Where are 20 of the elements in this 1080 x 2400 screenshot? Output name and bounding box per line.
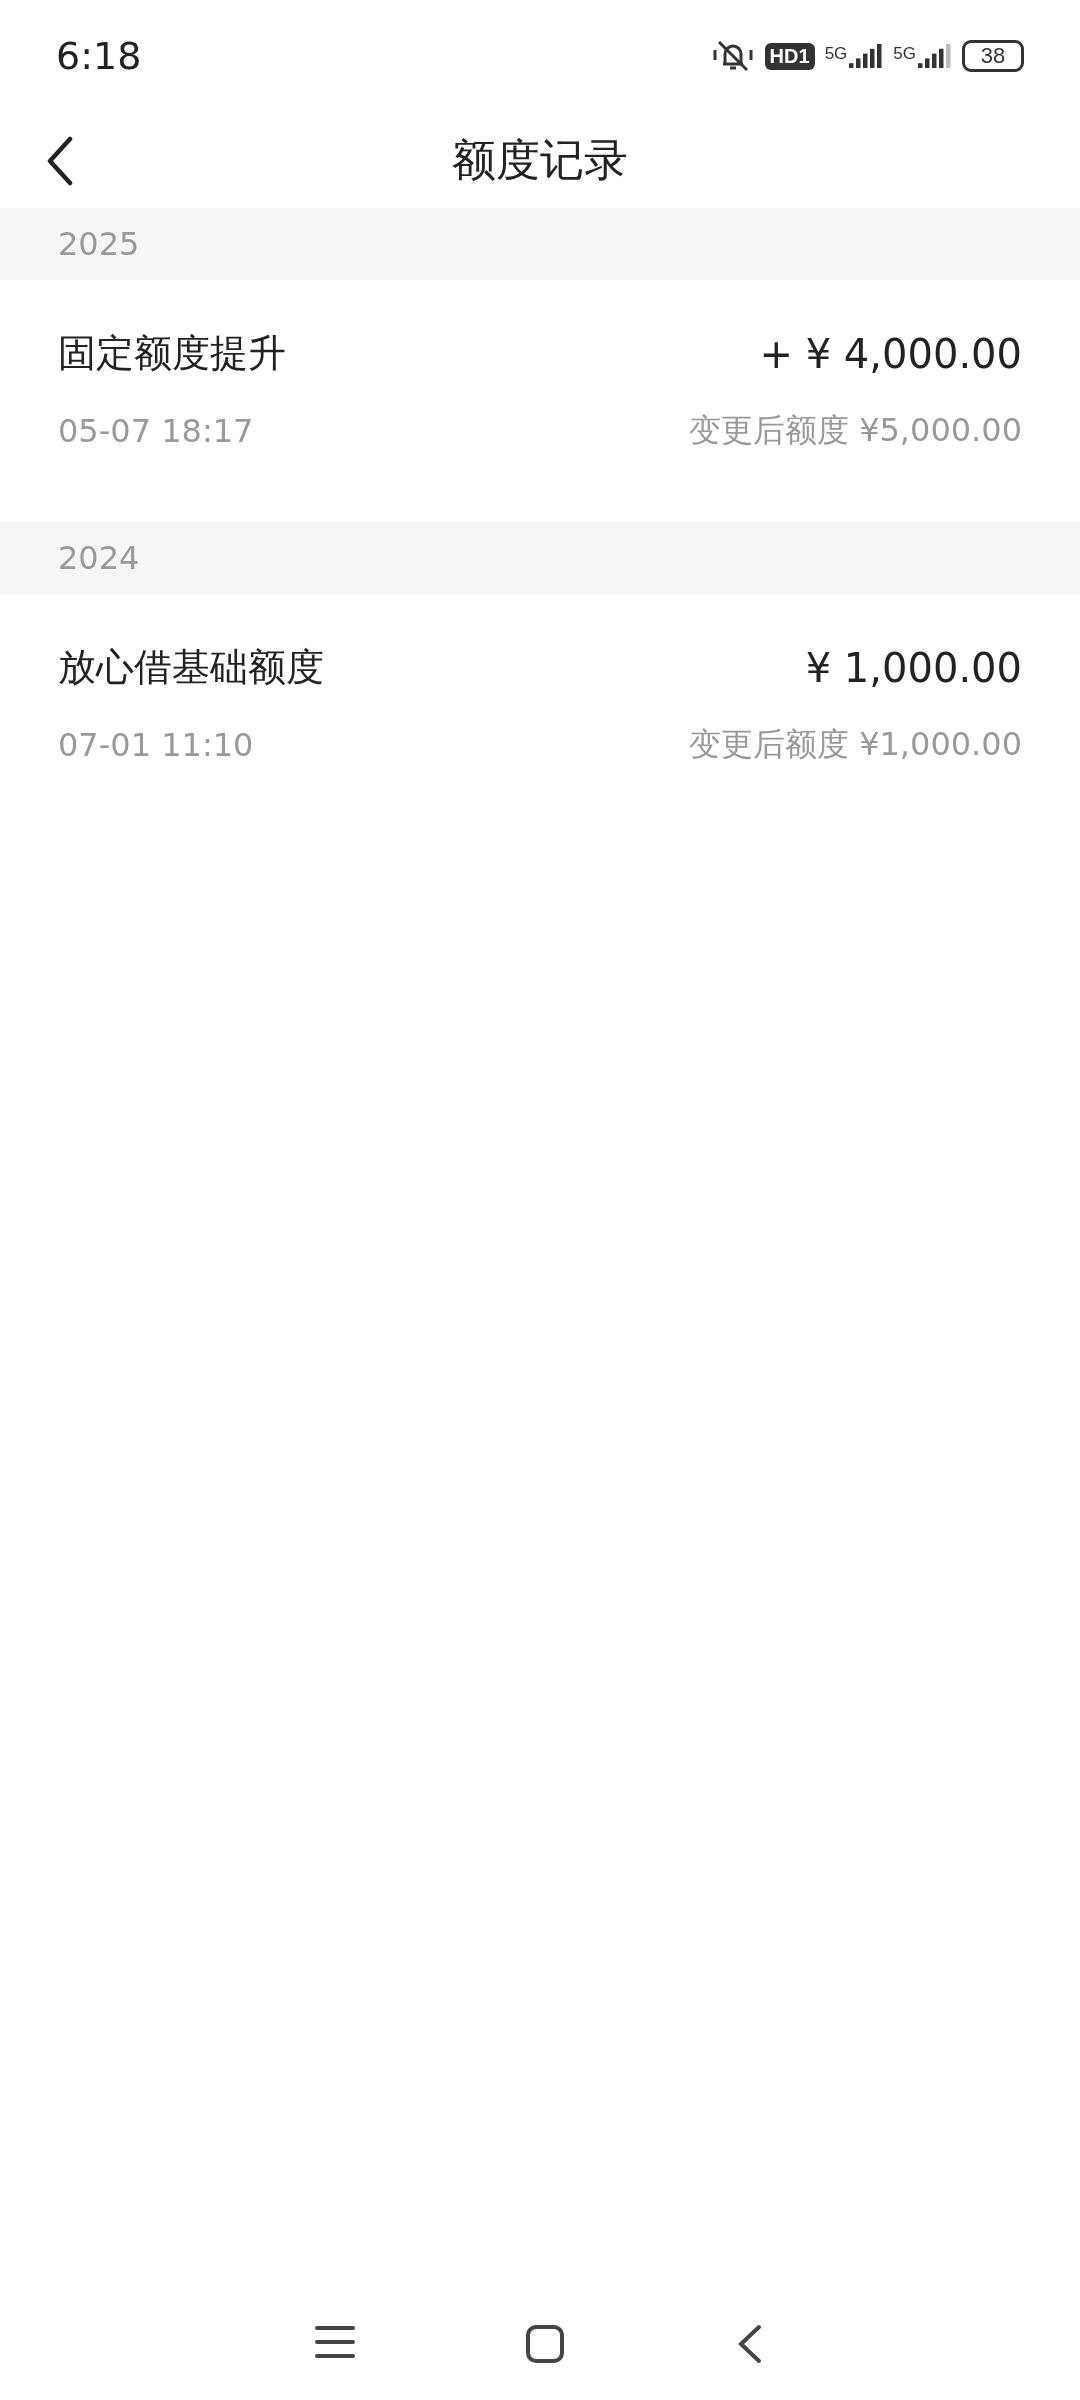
year-header: 2025 (58, 225, 140, 263)
status-time: 6:18 (56, 34, 142, 78)
network-label: 5G (824, 44, 848, 64)
record-title: 固定额度提升 (58, 330, 286, 377)
signal-icon (849, 44, 884, 68)
limit-after-change: 变更后额度 ¥5,000.00 (688, 410, 1022, 451)
battery-indicator: 38 (962, 40, 1024, 72)
record-amount: ¥ 1,000.00 (805, 644, 1022, 691)
record-amount: + ¥ 4,000.00 (759, 330, 1022, 377)
hd-badge: HD1 (764, 42, 815, 70)
limit-after-change: 变更后额度 ¥1,000.00 (688, 724, 1022, 765)
signal-icon (918, 44, 952, 68)
network-label: 5G (893, 44, 916, 64)
record-title: 放心借基础额度 (58, 644, 324, 691)
home-icon[interactable] (525, 2324, 565, 2364)
record-time: 05-07 18:17 (58, 412, 254, 450)
record-time: 07-01 11:10 (58, 726, 254, 764)
year-header: 2024 (58, 539, 140, 577)
menu-icon[interactable] (315, 2324, 355, 2360)
page-title: 额度记录 (452, 132, 628, 187)
